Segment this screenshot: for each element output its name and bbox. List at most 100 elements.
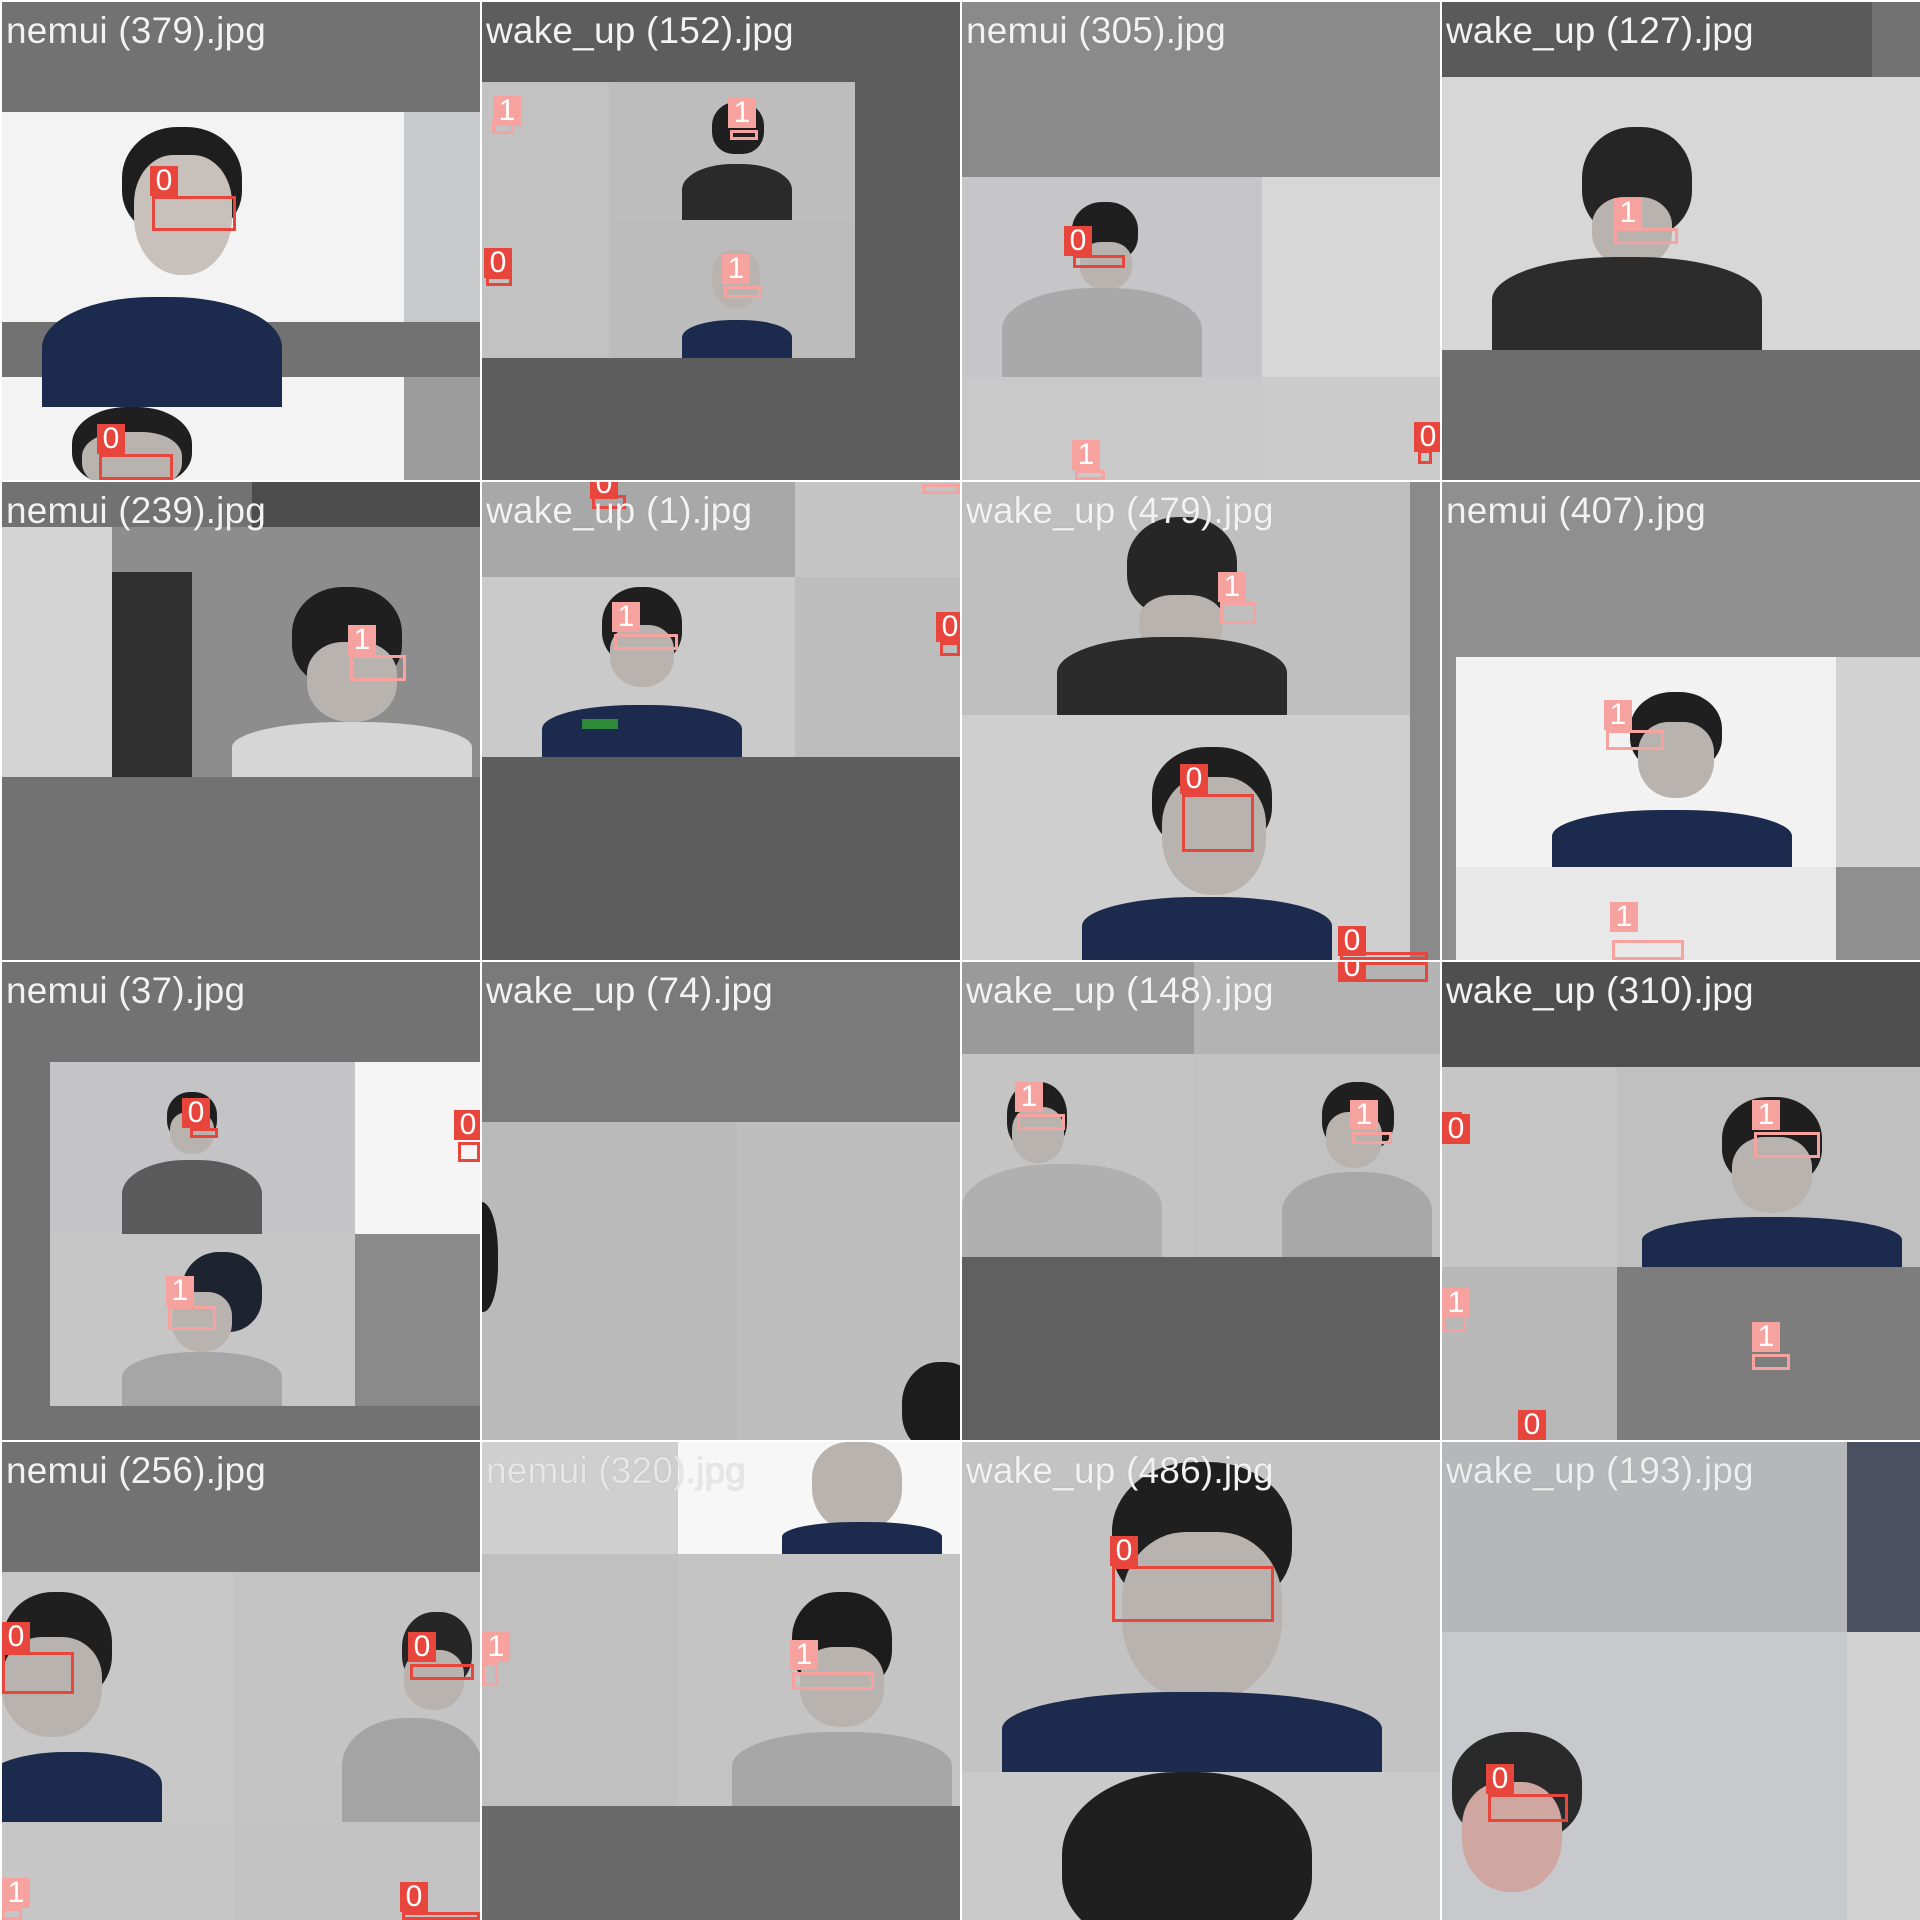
class-label: 1 <box>1442 1288 1470 1318</box>
class-label: 1 <box>1350 1100 1378 1130</box>
class-label: 0 <box>1338 926 1366 956</box>
class-label: 1 <box>2 1878 30 1908</box>
photo-region <box>962 377 1262 480</box>
tile-1: 0 0 nemui (379).jpg <box>2 2 480 480</box>
tile-15: 0 wake_up (486).jpg <box>962 1442 1440 1920</box>
photo-region <box>482 220 609 358</box>
bbox-class-0 <box>940 642 960 656</box>
class-label: 1 <box>1752 1322 1780 1352</box>
bbox-class-1 <box>1754 1132 1820 1158</box>
bbox-class-0 <box>402 1912 480 1920</box>
class-label: 0 <box>454 1110 480 1140</box>
image-caption: nemui (379).jpg <box>6 10 267 51</box>
bbox-class-1 <box>792 1672 874 1690</box>
bbox-class-1 <box>1075 470 1105 480</box>
photo-region <box>2 527 112 777</box>
photo-region <box>1847 1442 1920 1632</box>
person <box>542 587 742 757</box>
bbox-class-1 <box>2 1908 22 1920</box>
class-label: 0 <box>1486 1764 1514 1794</box>
photo-region <box>1262 177 1440 377</box>
class-label: 0 <box>936 612 960 642</box>
photo-region <box>795 577 960 757</box>
class-label: 1 <box>728 98 756 128</box>
bbox-class-1 <box>730 130 758 140</box>
bbox-class-1 <box>614 634 678 650</box>
class-label: 1 <box>1610 902 1638 932</box>
image-caption: wake_up (479).jpg <box>966 490 1274 531</box>
image-caption: nemui (37).jpg <box>6 970 246 1011</box>
tile-3: 0 1 0 nemui (305).jpg <box>962 2 1440 480</box>
image-caption: wake_up (127).jpg <box>1446 10 1754 51</box>
image-caption: wake_up (486).jpg <box>966 1450 1274 1491</box>
tile-14: 1 1 nemui (320).jpg <box>482 1442 960 1920</box>
bbox-class-0 <box>1182 794 1254 852</box>
image-caption: wake_up (74).jpg <box>486 970 774 1011</box>
photo-region <box>1442 1067 1617 1267</box>
class-label: 0 <box>1442 1114 1470 1144</box>
photo-region <box>355 1234 480 1406</box>
tile-2: 1 1 0 1 wake_up (152).jpg <box>482 2 960 480</box>
tile-7: 1 0 0 wake_up (479).jpg <box>962 482 1440 960</box>
tile-8: 1 1 nemui (407).jpg <box>1442 482 1920 960</box>
tile-11: 1 1 0 wake_up (148).jpg <box>962 962 1440 1440</box>
image-caption: nemui (256).jpg <box>6 1450 267 1491</box>
person <box>1442 1732 1592 1920</box>
photo-region <box>795 482 960 577</box>
photo-region <box>234 1822 480 1920</box>
bbox-class-0 <box>458 1142 480 1162</box>
person <box>232 587 472 777</box>
bbox-class-0 <box>152 196 236 231</box>
class-label: 1 <box>790 1640 818 1670</box>
photo-region <box>404 112 480 322</box>
photo-region <box>2 1822 234 1920</box>
bbox-class-1 <box>482 1662 498 1686</box>
class-label: 1 <box>1614 198 1642 228</box>
photo-region <box>1442 350 1920 480</box>
photo-region <box>252 482 480 527</box>
bbox-class-0 <box>410 1664 474 1680</box>
class-label: 0 <box>150 166 178 196</box>
image-caption: wake_up (193).jpg <box>1446 1450 1754 1491</box>
class-label: 0 <box>1110 1536 1138 1566</box>
class-label: 1 <box>1218 572 1246 602</box>
bbox-class-1 <box>168 1306 216 1330</box>
person <box>1062 1772 1312 1920</box>
bbox-class-1 <box>1352 1132 1392 1144</box>
photo-region <box>1836 657 1920 867</box>
bbox-class-1 <box>1614 228 1678 244</box>
tile-10: wake_up (74).jpg <box>482 962 960 1440</box>
bbox-class-1 <box>1220 602 1256 624</box>
class-label: 0 <box>1414 422 1440 452</box>
class-label: 1 <box>722 254 750 284</box>
tile-16: 0 wake_up (193).jpg <box>1442 1442 1920 1920</box>
bbox-class-0 <box>190 1128 218 1138</box>
class-label: 0 <box>2 1622 30 1652</box>
image-caption: wake_up (1).jpg <box>486 490 753 531</box>
image-caption: wake_up (152).jpg <box>486 10 794 51</box>
bbox-class-1 <box>1606 730 1664 750</box>
class-label: 1 <box>612 602 640 632</box>
bbox-class-0 <box>1112 1566 1274 1622</box>
photo-region <box>404 377 480 480</box>
class-label: 0 <box>408 1632 436 1662</box>
photo-region <box>482 1122 737 1440</box>
class-label: 1 <box>348 625 376 655</box>
tile-6: 1 0 1 0 wake_up (1).jpg <box>482 482 960 960</box>
bbox-class-0 <box>1488 1794 1568 1822</box>
class-label: 0 <box>484 248 512 278</box>
tile-9: 0 0 1 nemui (37).jpg <box>2 962 480 1440</box>
bbox-class-1 <box>1612 940 1684 960</box>
tile-12: 1 0 1 1 0 wake_up (310).jpg <box>1442 962 1920 1440</box>
person <box>1002 202 1202 377</box>
tile-4: 1 wake_up (127).jpg <box>1442 2 1920 480</box>
class-label: 1 <box>1072 440 1100 470</box>
class-label: 0 <box>1518 1410 1546 1440</box>
photo-region <box>482 1554 678 1806</box>
class-label: 0 <box>1064 226 1092 256</box>
class-label: 0 <box>1338 962 1366 982</box>
bbox-class-1 <box>724 286 762 298</box>
image-caption: nemui (239).jpg <box>6 490 267 531</box>
image-caption: nemui (320).jpg <box>486 1450 747 1491</box>
image-caption: nemui (407).jpg <box>1446 490 1707 531</box>
